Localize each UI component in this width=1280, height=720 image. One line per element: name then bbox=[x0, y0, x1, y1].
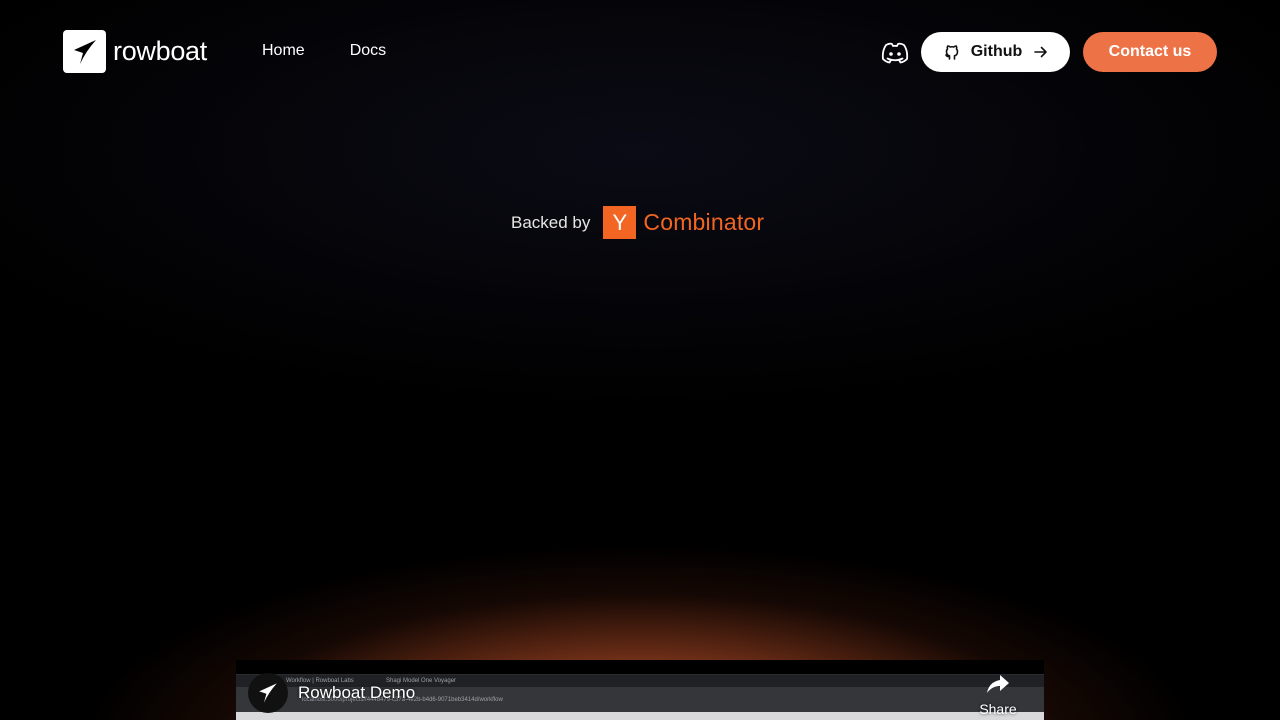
site-header: rowboat Home Docs Github Contact us bbox=[0, 0, 1280, 104]
github-button[interactable]: Github bbox=[921, 32, 1070, 72]
backed-by-label: Backed by bbox=[511, 212, 591, 232]
github-icon bbox=[943, 43, 961, 61]
demo-video-embed[interactable]: Workflow | Rowboat Labs Shagi Model One … bbox=[236, 660, 1044, 720]
share-label: Share bbox=[979, 701, 1017, 717]
brand-logo[interactable]: rowboat bbox=[63, 30, 207, 73]
channel-avatar[interactable] bbox=[248, 673, 288, 713]
video-page-content bbox=[236, 712, 1044, 720]
yc-logo-icon: Y bbox=[603, 206, 637, 239]
share-button[interactable]: Share bbox=[976, 674, 1020, 717]
rowboat-logo-icon bbox=[63, 30, 106, 73]
share-icon bbox=[986, 674, 1010, 699]
orange-glow-background bbox=[0, 0, 1280, 720]
video-title[interactable]: Rowboat Demo bbox=[298, 683, 415, 703]
brand-name: rowboat bbox=[113, 36, 207, 66]
nav-item-docs[interactable]: Docs bbox=[350, 42, 386, 60]
contact-us-button[interactable]: Contact us bbox=[1083, 32, 1217, 72]
nav-item-home[interactable]: Home bbox=[262, 42, 305, 60]
main-nav: Home Docs bbox=[262, 42, 431, 60]
yc-name: Combinator bbox=[643, 209, 765, 235]
backed-by-yc: Backed by Y Combinator bbox=[511, 206, 764, 239]
arrow-right-icon bbox=[1034, 46, 1048, 58]
discord-icon[interactable] bbox=[881, 42, 909, 64]
github-button-label: Github bbox=[970, 43, 1023, 60]
